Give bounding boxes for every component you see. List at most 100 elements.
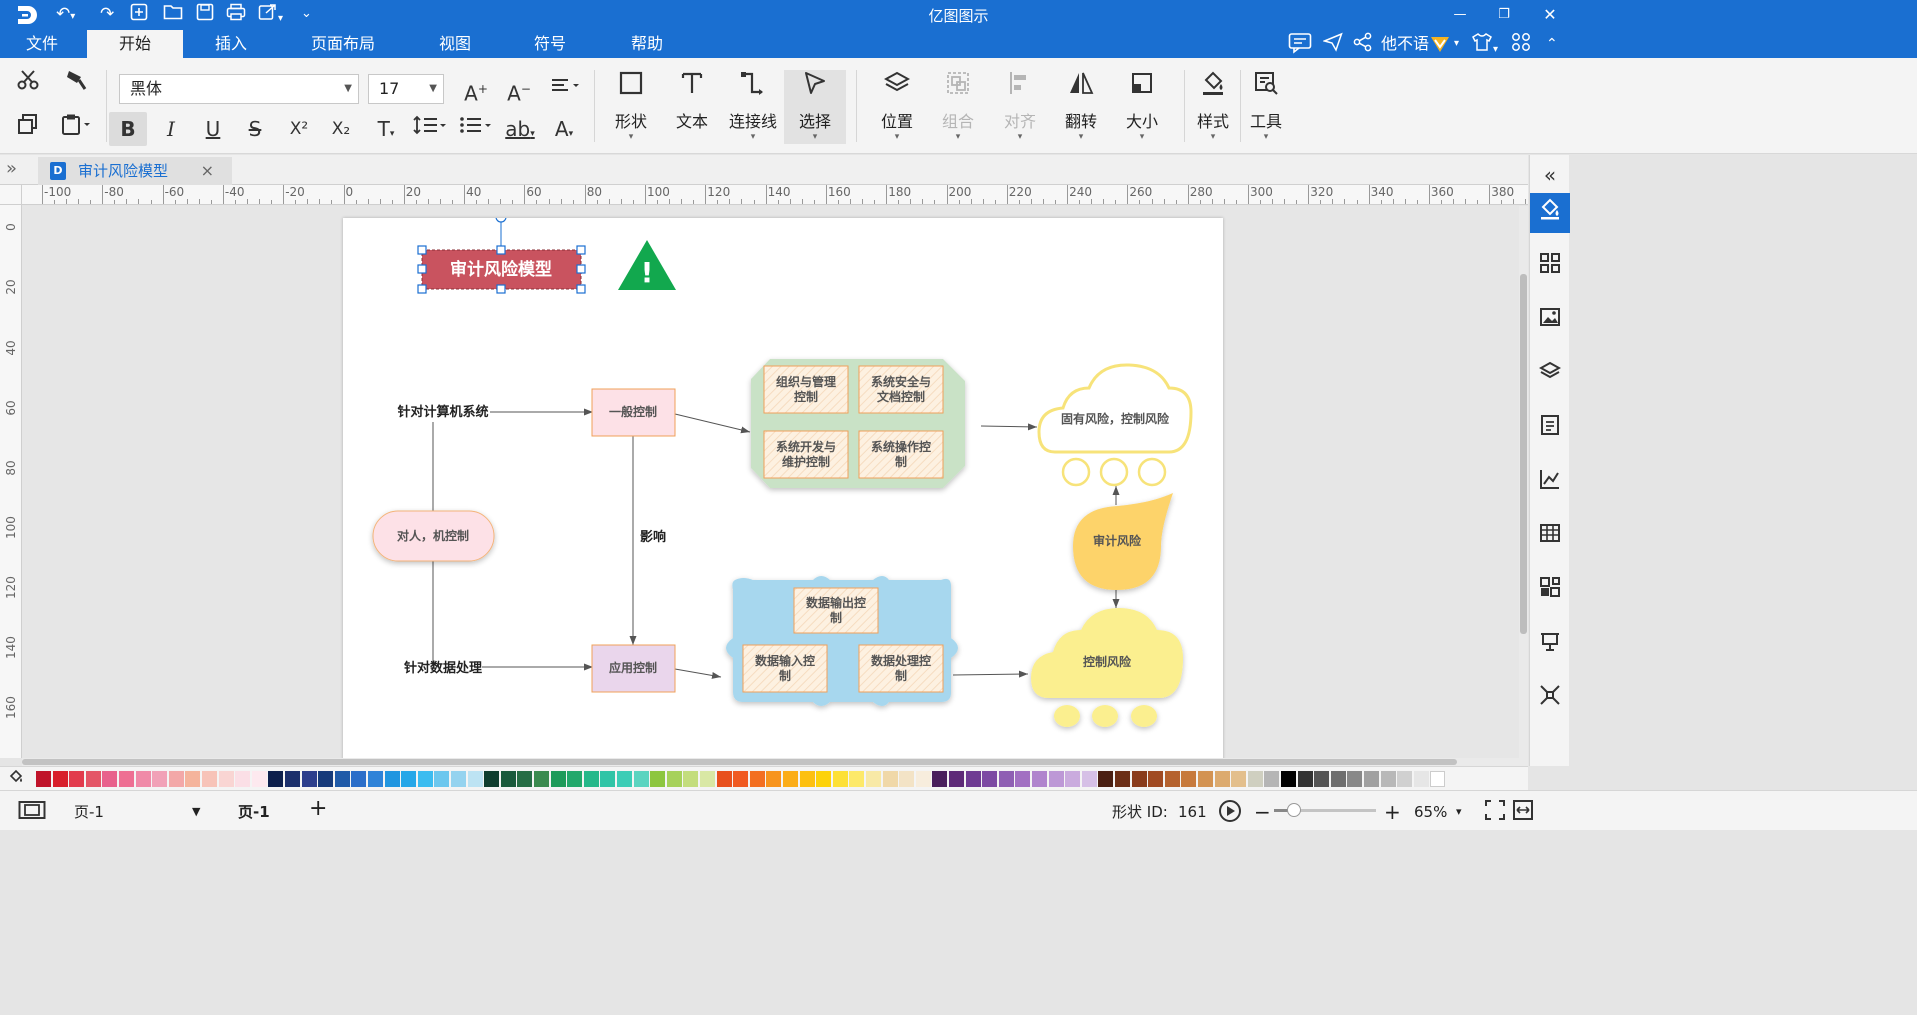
color-swatch[interactable] — [849, 771, 865, 787]
color-swatch[interactable] — [766, 771, 782, 787]
underline-button[interactable]: U — [194, 112, 232, 146]
org-chart-panel-icon[interactable] — [1530, 571, 1570, 611]
color-swatch[interactable] — [1015, 771, 1031, 787]
menu-help[interactable]: 帮助 — [612, 30, 682, 58]
increase-font-icon[interactable]: A+ — [457, 72, 495, 106]
color-swatch[interactable] — [1231, 771, 1247, 787]
font-size-select[interactable]: 17 ▼ — [368, 74, 444, 104]
color-swatch[interactable] — [1098, 771, 1114, 787]
subscript-button[interactable]: X₂ — [322, 112, 360, 146]
restore-icon[interactable]: ❐ — [1484, 2, 1524, 28]
color-swatch[interactable] — [998, 771, 1014, 787]
copy-icon[interactable] — [8, 112, 48, 146]
color-swatch[interactable] — [666, 771, 682, 787]
rotate-handle[interactable] — [495, 211, 507, 223]
print-icon[interactable] — [226, 3, 246, 27]
send-icon[interactable] — [1322, 32, 1343, 56]
label-influence[interactable]: 影响 — [640, 529, 666, 545]
color-swatch[interactable] — [1198, 771, 1213, 787]
color-swatch[interactable] — [816, 771, 832, 787]
color-swatch[interactable] — [866, 771, 881, 787]
page-tab-1[interactable]: 页-1 — [238, 801, 270, 823]
horizontal-scroll-thumb[interactable] — [22, 759, 1457, 765]
paragraph-align-icon[interactable] — [546, 72, 584, 106]
menu-view[interactable]: 视图 — [420, 30, 490, 58]
user-dropdown-icon[interactable]: ▾ — [1454, 32, 1459, 56]
highlight-button[interactable]: ab▾ — [500, 112, 540, 146]
color-swatch[interactable] — [417, 771, 433, 787]
color-swatch[interactable] — [965, 771, 981, 787]
color-swatch[interactable] — [1148, 771, 1164, 787]
color-swatch[interactable] — [218, 771, 234, 787]
color-swatch[interactable] — [1380, 771, 1396, 787]
app-logo-icon[interactable] — [14, 3, 42, 27]
zoom-slider-track[interactable] — [1274, 803, 1376, 817]
vip-badge-icon[interactable] — [1429, 32, 1451, 56]
font-family-select[interactable]: 黑体 ▼ — [119, 74, 359, 104]
color-swatch[interactable] — [1330, 771, 1346, 787]
color-swatch[interactable] — [749, 771, 765, 787]
open-folder-icon[interactable] — [163, 3, 183, 27]
zoom-out-button[interactable]: − — [1254, 801, 1271, 823]
color-swatch[interactable] — [517, 771, 533, 787]
user-name[interactable]: 他不语 — [1381, 32, 1429, 56]
zoom-in-button[interactable]: + — [1384, 801, 1401, 823]
page-selector-dropdown-icon[interactable]: ▼ — [192, 801, 200, 823]
select-button[interactable]: 选择 ▾ — [784, 70, 846, 144]
person-machine-control-shape[interactable]: 对人，机控制 — [372, 510, 495, 562]
color-swatch[interactable] — [251, 771, 267, 787]
page-view-icon[interactable] — [18, 799, 46, 821]
color-swatch[interactable] — [832, 771, 848, 787]
color-swatch[interactable] — [1081, 771, 1097, 787]
color-swatch[interactable] — [650, 771, 666, 787]
color-swatch[interactable] — [932, 771, 948, 787]
paste-icon[interactable] — [56, 112, 96, 146]
flip-button[interactable]: 翻转 ▾ — [1050, 70, 1112, 144]
color-swatch[interactable] — [1164, 771, 1180, 787]
size-button[interactable]: 大小 ▾ — [1111, 70, 1173, 144]
menu-home[interactable]: 开始 — [87, 30, 183, 58]
color-swatch[interactable] — [733, 771, 749, 787]
close-tab-icon[interactable]: × — [201, 157, 214, 185]
presentation-panel-icon[interactable] — [1530, 625, 1570, 665]
color-swatch[interactable] — [1413, 771, 1429, 787]
page-selector[interactable]: 页-1 — [74, 801, 104, 823]
drawing-canvas[interactable]: 审计风险模型 ! 针对计算机系统 针对数据处理 影响 对人，机控制 一般控制 应… — [22, 206, 1519, 758]
inherent-risk-cloud-shape[interactable]: 固有风险，控制风险 — [1037, 363, 1193, 487]
color-swatch[interactable] — [882, 771, 898, 787]
menu-file[interactable]: 文件 — [0, 30, 84, 58]
color-swatch[interactable] — [899, 771, 915, 787]
color-swatch[interactable] — [301, 771, 317, 787]
collapse-panel-icon[interactable]: « — [1530, 155, 1570, 195]
redo-icon[interactable]: ↷ — [100, 3, 114, 27]
menu-page-layout[interactable]: 页面布局 — [300, 30, 386, 58]
color-swatch[interactable] — [69, 771, 85, 787]
color-swatch[interactable] — [1247, 771, 1263, 787]
text-style-button[interactable]: T▾ — [364, 112, 408, 146]
fit-page-icon[interactable] — [1484, 799, 1506, 821]
share-icon[interactable] — [1353, 32, 1373, 56]
color-swatch[interactable] — [1181, 771, 1197, 787]
color-swatch[interactable] — [716, 771, 732, 787]
vertical-scroll-thumb[interactable] — [1520, 274, 1527, 634]
color-swatch[interactable] — [1297, 771, 1313, 787]
application-control-shape[interactable]: 应用控制 — [591, 644, 676, 693]
color-swatch[interactable] — [600, 771, 616, 787]
italic-button[interactable]: I — [152, 112, 190, 146]
zoom-slider-thumb[interactable] — [1287, 803, 1302, 817]
color-swatch[interactable] — [982, 771, 998, 787]
color-swatch[interactable] — [683, 771, 699, 787]
color-swatch[interactable] — [451, 771, 466, 787]
color-swatch[interactable] — [434, 771, 450, 787]
close-window-icon[interactable]: ✕ — [1530, 2, 1570, 28]
font-color-button[interactable]: A▾ — [544, 112, 584, 146]
color-swatch[interactable] — [534, 771, 549, 787]
horizontal-scrollbar[interactable] — [22, 758, 1528, 766]
apps-grid-icon[interactable] — [1511, 32, 1531, 56]
add-page-button[interactable]: + — [309, 798, 327, 820]
color-swatch[interactable] — [235, 771, 251, 787]
drawing-page[interactable]: 审计风险模型 ! 针对计算机系统 针对数据处理 影响 对人，机控制 一般控制 应… — [343, 211, 1223, 758]
color-swatch[interactable] — [1281, 771, 1296, 787]
color-swatch[interactable] — [783, 771, 798, 787]
color-swatch[interactable] — [1214, 771, 1230, 787]
